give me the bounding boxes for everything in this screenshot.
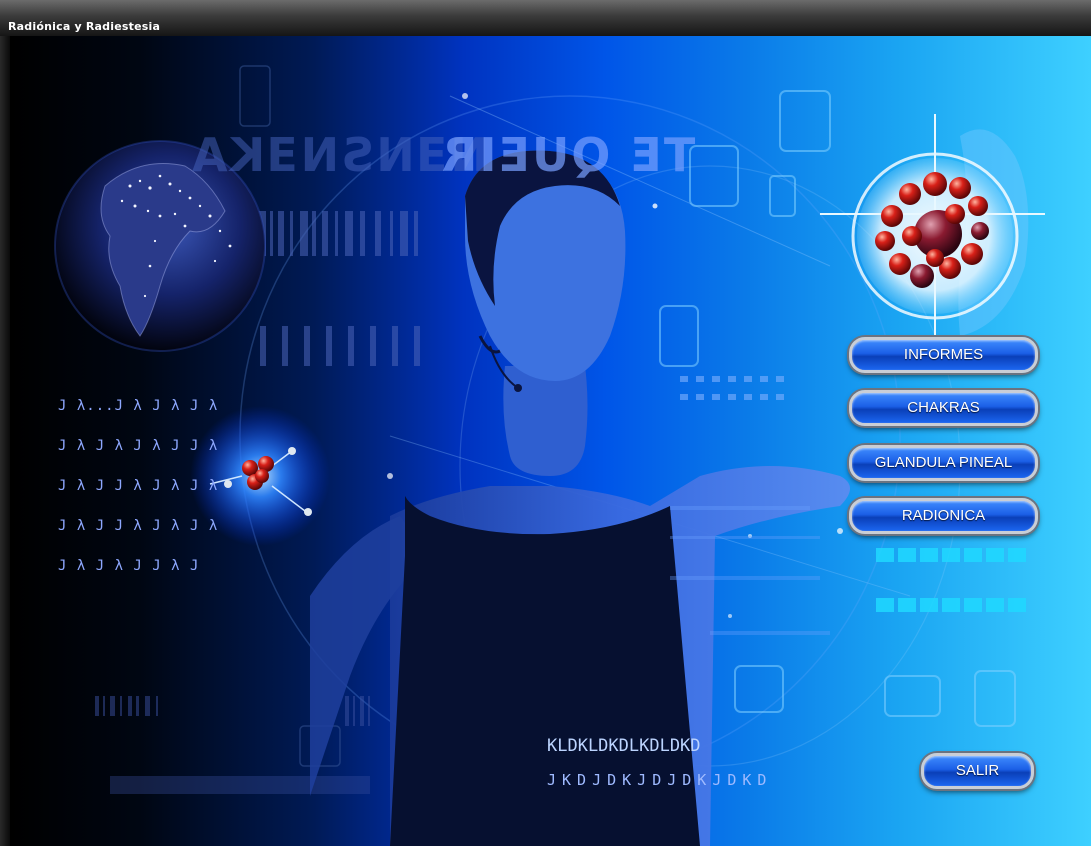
- deco-mirror-text-center: TE QUEIR: [440, 128, 696, 182]
- deco-lambda-row: J λ J λ J λ J J λ: [58, 438, 219, 454]
- chakras-button[interactable]: CHAKRAS: [849, 390, 1038, 426]
- informes-button[interactable]: INFORMES: [849, 337, 1038, 373]
- cyan-block: [1008, 548, 1026, 562]
- window-border: [0, 36, 10, 846]
- app-window: Radiónica y Radiestesia NƎNSNƎKA TE QUEI…: [0, 0, 1091, 846]
- cyan-block: [942, 548, 960, 562]
- cyan-block: [942, 598, 960, 612]
- cyan-block: [964, 598, 982, 612]
- crosshair-molecule-icon: [820, 114, 1045, 336]
- salir-button[interactable]: SALIR: [921, 753, 1034, 789]
- cyan-block: [920, 548, 938, 562]
- deco-code-line: KLDKLDKDLKDLDKD: [547, 736, 701, 756]
- window-title: Radiónica y Radiestesia: [8, 20, 161, 33]
- cyan-block: [1008, 598, 1026, 612]
- cyan-block: [898, 598, 916, 612]
- deco-lambda-row: J λ J J λ J λ J λ: [58, 518, 219, 534]
- title-bar[interactable]: Radiónica y Radiestesia: [0, 0, 1091, 37]
- cyan-block: [986, 598, 1004, 612]
- deco-lambda-row: J λ J J λ J λ J λ: [58, 478, 219, 494]
- cyan-block: [876, 598, 894, 612]
- deco-code-line: JKDJDKJDJDKJDKD: [547, 771, 773, 789]
- glandula-pineal-button[interactable]: GLANDULA PINEAL: [849, 445, 1038, 481]
- deco-lambda-row: J λ J λ J J λ J: [58, 558, 200, 574]
- cyan-block: [920, 598, 938, 612]
- deco-lambda-row: J λ...J λ J λ J λ: [58, 398, 219, 414]
- cyan-block: [964, 548, 982, 562]
- cyan-block: [898, 548, 916, 562]
- cyan-block: [876, 548, 894, 562]
- background-scene: NƎNSNƎKA TE QUEIR J λ...J λ J λ J λ J λ …: [10, 36, 1091, 846]
- cyan-block: [986, 548, 1004, 562]
- radionica-button[interactable]: RADIONICA: [849, 498, 1038, 534]
